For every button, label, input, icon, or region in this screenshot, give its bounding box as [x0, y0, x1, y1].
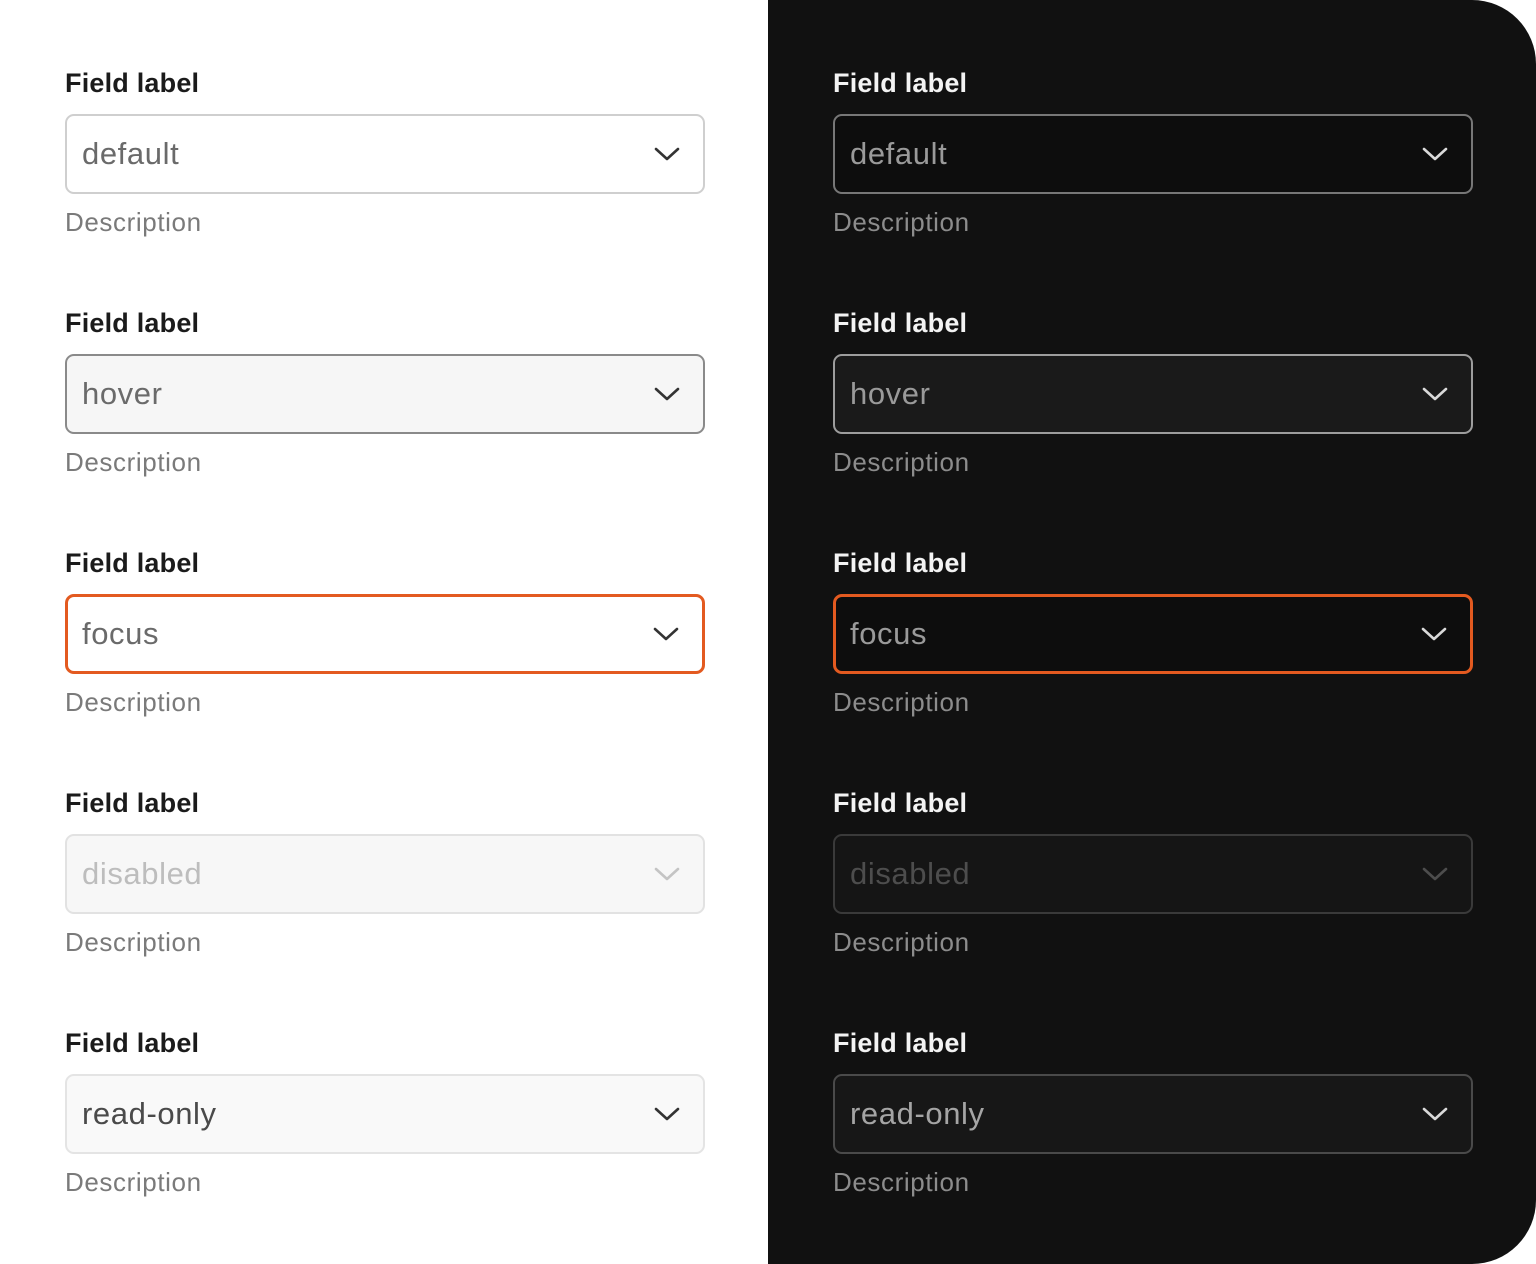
select-dropdown-focus[interactable]: focus [833, 594, 1473, 674]
select-field-disabled: Field label disabled Description [833, 786, 1473, 958]
select-dropdown-read-only[interactable]: read-only [833, 1074, 1473, 1154]
chevron-down-icon [654, 147, 680, 161]
select-value: read-only [82, 1096, 217, 1131]
select-dropdown-focus[interactable]: focus [65, 594, 705, 674]
field-label: Field label [833, 1028, 968, 1058]
select-dropdown-hover[interactable]: hover [833, 354, 1473, 434]
field-label: Field label [833, 548, 968, 578]
select-field-hover: Field label hover Description [833, 306, 1473, 478]
select-dropdown-default[interactable]: default [65, 114, 705, 194]
page: Field label default Description Field la… [0, 0, 1536, 1264]
chevron-down-icon [1422, 867, 1448, 881]
field-description: Description [833, 447, 970, 477]
field-label: Field label [833, 308, 968, 338]
select-field-default: Field label default Description [65, 66, 705, 238]
select-field-read-only: Field label read-only Description [833, 1026, 1473, 1198]
chevron-down-icon [654, 1107, 680, 1121]
chevron-down-icon [1422, 1107, 1448, 1121]
select-value: default [82, 136, 180, 171]
select-field-focus: Field label focus Description [833, 546, 1473, 718]
field-description: Description [65, 1167, 202, 1197]
chevron-down-icon [1421, 627, 1447, 641]
field-description: Description [65, 927, 202, 957]
select-dropdown-read-only[interactable]: read-only [65, 1074, 705, 1154]
field-label: Field label [65, 548, 200, 578]
field-label: Field label [833, 788, 968, 818]
select-value: disabled [850, 856, 971, 891]
select-value: focus [850, 616, 928, 651]
select-dropdown-default[interactable]: default [833, 114, 1473, 194]
field-description: Description [833, 1167, 970, 1197]
select-value: focus [82, 616, 160, 651]
select-field-focus: Field label focus Description [65, 546, 705, 718]
chevron-down-icon [654, 867, 680, 881]
select-dropdown-disabled: disabled [833, 834, 1473, 914]
field-label: Field label [65, 68, 200, 98]
select-value: default [850, 136, 948, 171]
dark-theme-panel: Field label default Description Field la… [768, 0, 1536, 1264]
chevron-down-icon [1422, 387, 1448, 401]
field-description: Description [833, 687, 970, 717]
field-description: Description [833, 207, 970, 237]
select-field-default: Field label default Description [833, 66, 1473, 238]
select-value: hover [850, 376, 931, 411]
select-dropdown-disabled: disabled [65, 834, 705, 914]
select-field-hover: Field label hover Description [65, 306, 705, 478]
select-value: hover [82, 376, 163, 411]
select-value: read-only [850, 1096, 985, 1131]
field-label: Field label [65, 788, 200, 818]
field-label: Field label [65, 1028, 200, 1058]
field-description: Description [65, 687, 202, 717]
field-description: Description [833, 927, 970, 957]
chevron-down-icon [1422, 147, 1448, 161]
field-description: Description [65, 447, 202, 477]
select-field-read-only: Field label read-only Description [65, 1026, 705, 1198]
field-description: Description [65, 207, 202, 237]
field-label: Field label [833, 68, 968, 98]
select-field-disabled: Field label disabled Description [65, 786, 705, 958]
chevron-down-icon [654, 387, 680, 401]
field-label: Field label [65, 308, 200, 338]
select-value: disabled [82, 856, 203, 891]
chevron-down-icon [653, 627, 679, 641]
light-theme-panel: Field label default Description Field la… [0, 0, 768, 1264]
select-dropdown-hover[interactable]: hover [65, 354, 705, 434]
